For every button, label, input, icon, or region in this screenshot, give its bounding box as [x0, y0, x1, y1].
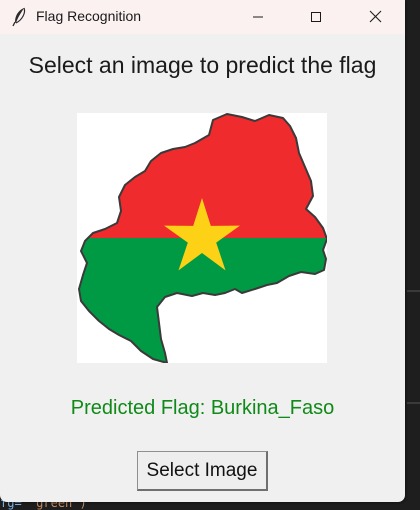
- backdrop-edge-mark: [407, 402, 420, 404]
- prediction-label: Predicted Flag: Burkina_Faso: [70, 397, 335, 419]
- backdrop-edge-mark: [407, 290, 420, 292]
- select-image-button[interactable]: Select Image: [137, 451, 268, 491]
- flag-green-band: [79, 238, 327, 363]
- close-icon: [369, 8, 382, 27]
- minimize-icon: [252, 8, 264, 27]
- page-heading: Select an image to predict the flag: [28, 52, 377, 78]
- feather-icon: [11, 7, 29, 27]
- flag-image: [77, 113, 328, 364]
- close-button[interactable]: [352, 0, 398, 34]
- app-window: Flag Recognition Select an image to pred…: [0, 0, 405, 502]
- window-title: Flag Recognition: [36, 8, 142, 24]
- minimize-button[interactable]: [235, 0, 281, 34]
- title-bar[interactable]: Flag Recognition: [0, 0, 405, 34]
- maximize-button[interactable]: [293, 0, 339, 34]
- maximize-icon: [310, 8, 322, 27]
